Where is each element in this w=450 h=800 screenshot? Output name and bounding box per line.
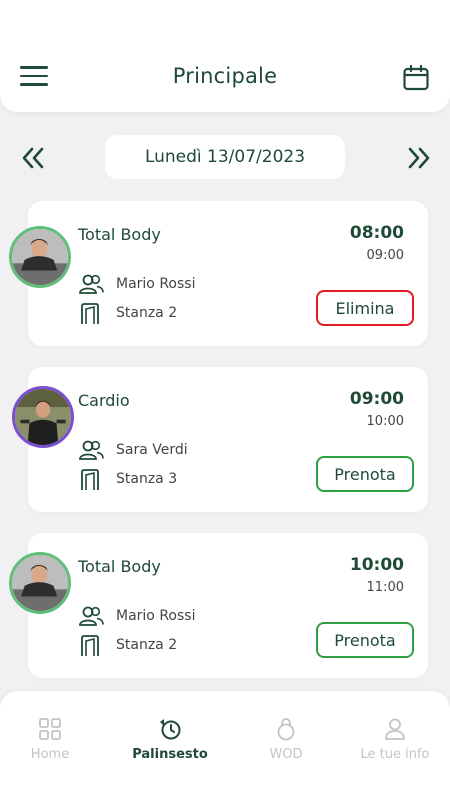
book-button[interactable]: Prenota <box>316 622 414 658</box>
nav-label: Home <box>30 747 70 762</box>
class-start-time: 09:00 <box>349 389 404 409</box>
class-card[interactable]: Cardio 09:00 10:00 Sara Verdi Stanza 3 P… <box>28 367 428 512</box>
nav-item-home[interactable]: Home <box>0 717 100 762</box>
app-header: Principale <box>0 0 450 112</box>
delete-booking-button[interactable]: Elimina <box>316 290 414 326</box>
date-selector[interactable]: Lunedì 13/07/2023 <box>105 135 345 179</box>
class-start-time: 08:00 <box>349 223 404 243</box>
room-name: Stanza 2 <box>116 305 178 321</box>
instructor-avatar <box>9 552 71 614</box>
nav-item-palinsesto[interactable]: Palinsesto <box>120 717 220 762</box>
door-icon <box>78 303 104 325</box>
class-card[interactable]: Total Body 08:00 09:00 Mario Rossi Stanz… <box>28 201 428 346</box>
kettlebell-icon <box>277 718 295 741</box>
door-icon <box>78 469 104 491</box>
grid-icon <box>39 718 61 740</box>
class-end-time: 11:00 <box>366 580 404 595</box>
class-card[interactable]: Total Body 10:00 11:00 Mario Rossi Stanz… <box>28 533 428 678</box>
user-icon <box>385 718 405 740</box>
people-icon <box>78 273 104 295</box>
instructor-avatar <box>12 386 74 448</box>
nav-item-info[interactable]: Le tue info <box>345 717 445 762</box>
book-button[interactable]: Prenota <box>316 456 414 492</box>
instructor-name: Mario Rossi <box>116 276 196 292</box>
schedule-icon <box>160 719 181 740</box>
nav-label: Le tue info <box>360 747 430 762</box>
door-icon <box>78 635 104 657</box>
double-chevron-left-icon[interactable] <box>20 146 46 170</box>
bottom-navigation: Home Palinsesto WOD Le tue info <box>0 691 450 800</box>
class-start-time: 10:00 <box>349 555 404 575</box>
people-icon <box>78 605 104 627</box>
class-name: Cardio <box>78 391 130 410</box>
double-chevron-right-icon[interactable] <box>406 146 432 170</box>
people-icon <box>78 439 104 461</box>
class-name: Total Body <box>78 225 161 244</box>
room-name: Stanza 3 <box>116 471 178 487</box>
class-end-time: 10:00 <box>366 414 404 429</box>
instructor-avatar <box>9 226 71 288</box>
nav-label: WOD <box>269 747 303 762</box>
calendar-icon[interactable] <box>402 64 430 92</box>
class-name: Total Body <box>78 557 161 576</box>
instructor-name: Mario Rossi <box>116 608 196 624</box>
class-end-time: 09:00 <box>366 248 404 263</box>
room-name: Stanza 2 <box>116 637 178 653</box>
nav-label: Palinsesto <box>132 747 208 762</box>
instructor-name: Sara Verdi <box>116 442 188 458</box>
page-title: Principale <box>172 64 278 88</box>
nav-item-wod[interactable]: WOD <box>236 717 336 762</box>
